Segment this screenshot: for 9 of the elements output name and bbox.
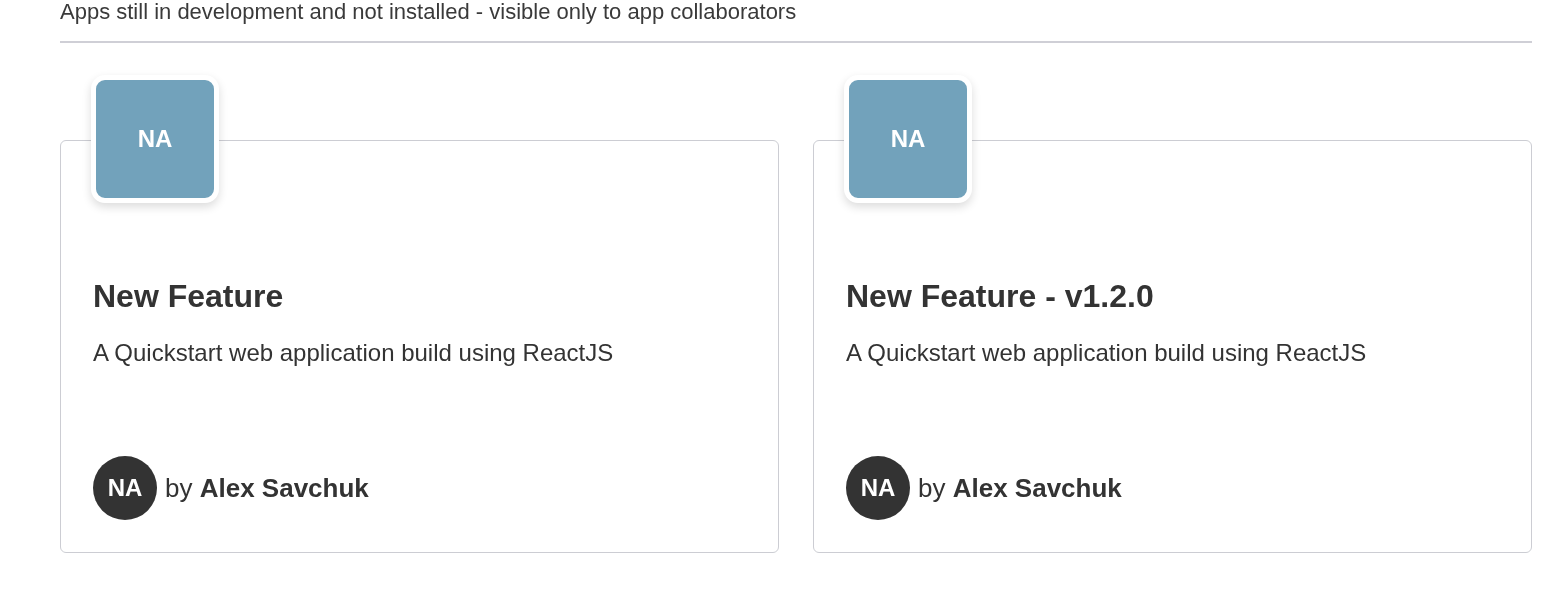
app-title: New Feature - v1.2.0 (846, 277, 1155, 315)
author-byline: by Alex Savchuk (918, 471, 1122, 505)
app-title: New Feature (93, 277, 285, 315)
author-avatar: NA (846, 456, 910, 520)
author-avatar: NA (93, 456, 157, 520)
app-description: A Quickstart web application build using ReactJS (93, 338, 615, 368)
section-subtitle: Apps still in development and not installed - visible only to app collaborators (60, 0, 798, 24)
app-description: A Quickstart web application build using ReactJS (846, 338, 1368, 368)
author-byline: by Alex Savchuk (165, 471, 369, 505)
